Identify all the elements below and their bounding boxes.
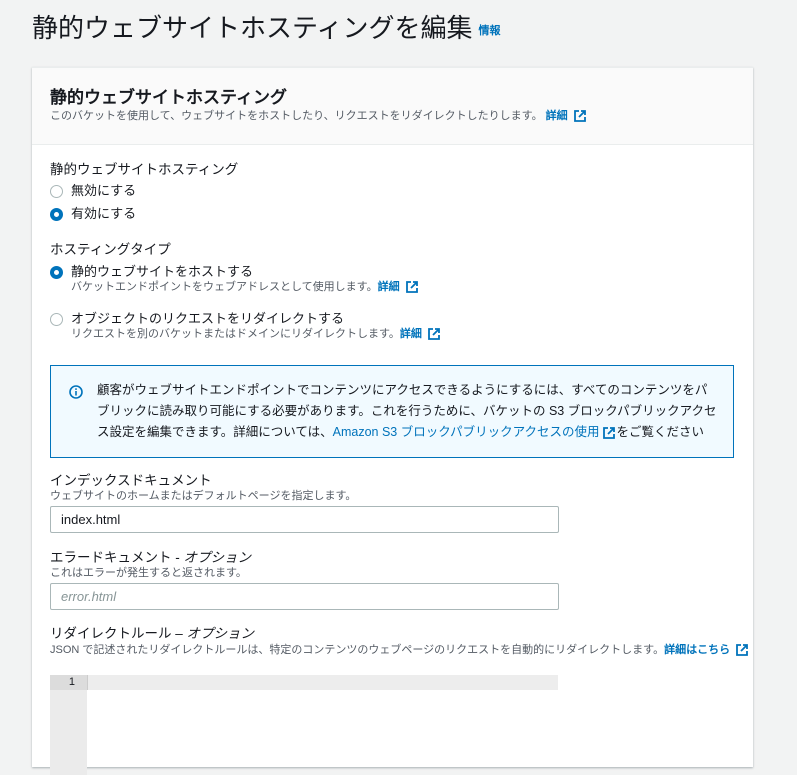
panel-description: このバケットを使用して、ウェブサイトをホストしたり、リクエストをリダイレクトした… [50,107,586,123]
external-link-icon [603,426,616,439]
optional-text: オプション [183,550,252,565]
error-doc-description: これはエラーが発生すると返されます。 [50,567,247,579]
radio-disable[interactable]: 無効にする [50,180,136,199]
details-link[interactable]: 詳細 [546,110,568,122]
radio-button[interactable] [50,208,63,222]
page-title-text: 静的ウェブサイトホスティングを編集 [32,13,473,43]
description-text: リクエストを別のバケットまたはドメインにリダイレクトします。 [71,328,400,340]
index-document-input[interactable]: index.html [50,506,559,533]
radio-button[interactable] [50,313,63,327]
redirect-rules-label: リダイレクトルール – オプション [50,622,254,642]
index-doc-description: ウェブサイトのホームまたはデフォルトページを指定します。 [50,490,357,502]
static-hosting-panel: 静的ウェブサイトホスティング このバケットを使用して、ウェブサイトをホストしたり… [32,67,753,775]
radio-label: 有効にする [71,206,137,221]
panel-title: 静的ウェブサイトホスティング [50,88,287,107]
editor-active-line[interactable] [87,675,558,690]
external-link-icon [736,644,748,656]
panel-header: 静的ウェブサイトホスティング このバケットを使用して、ウェブサイトをホストしたり… [32,68,753,145]
details-link[interactable]: 詳細 [400,328,422,340]
learn-more-link[interactable]: 詳細はこちら [664,644,730,656]
hosting-type-label: ホスティングタイプ [50,242,171,257]
radio-label: オブジェクトのリクエストをリダイレクトする [71,311,345,326]
description-text: バケットエンドポイントをウェブアドレスとして使用します。 [71,281,378,293]
external-link-icon [573,110,586,122]
radio-label: 静的ウェブサイトをホストする [71,264,254,279]
description-text: JSON で記述されたリダイレクトルールは、特定のコンテンツのウェブページのリク… [50,644,665,656]
block-public-access-link[interactable]: Amazon S3 ブロックパブリックアクセスの使用 [333,425,600,439]
index-doc-label: インデックスドキュメント [50,473,212,488]
editor-gutter [50,675,87,775]
redirect-rules-description: JSON で記述されたリダイレクトルールは、特定のコンテンツのウェブページのリク… [50,641,748,657]
error-document-input[interactable]: error.html [50,583,559,610]
radio-button[interactable] [50,266,63,280]
radio-description: バケットエンドポイントをウェブアドレスとして使用します。詳細 [71,278,418,294]
radio-enable[interactable]: 有効にする [50,203,136,222]
line-number: 1 [50,675,87,690]
error-doc-label: エラードキュメント - オプション [50,546,251,566]
external-link-icon [405,281,418,293]
alert-suffix: をご覧ください [616,425,704,439]
external-link-icon [428,328,440,340]
details-link[interactable]: 詳細 [378,281,400,293]
label-text: エラードキュメント - [50,550,184,565]
page-title: 静的ウェブサイトホスティングを編集 情報 [32,8,500,45]
radio-label: 無効にする [71,183,137,198]
info-icon [69,385,83,399]
radio-description: リクエストを別のバケットまたはドメインにリダイレクトします。詳細 [71,325,440,341]
panel-description-text: このバケットを使用して、ウェブサイトをホストしたり、リクエストをリダイレクトした… [50,110,543,122]
optional-text: オプション [186,626,255,641]
info-alert: 顧客がウェブサイトエンドポイントでコンテンツにアクセスできるようにするには、すべ… [50,365,734,458]
redirect-rules-editor[interactable]: 1 [50,675,558,775]
info-link[interactable]: 情報 [478,25,500,37]
hosting-label: 静的ウェブサイトホスティング [50,162,239,177]
label-text: リダイレクトルール – [50,626,187,641]
radio-button[interactable] [50,185,63,199]
